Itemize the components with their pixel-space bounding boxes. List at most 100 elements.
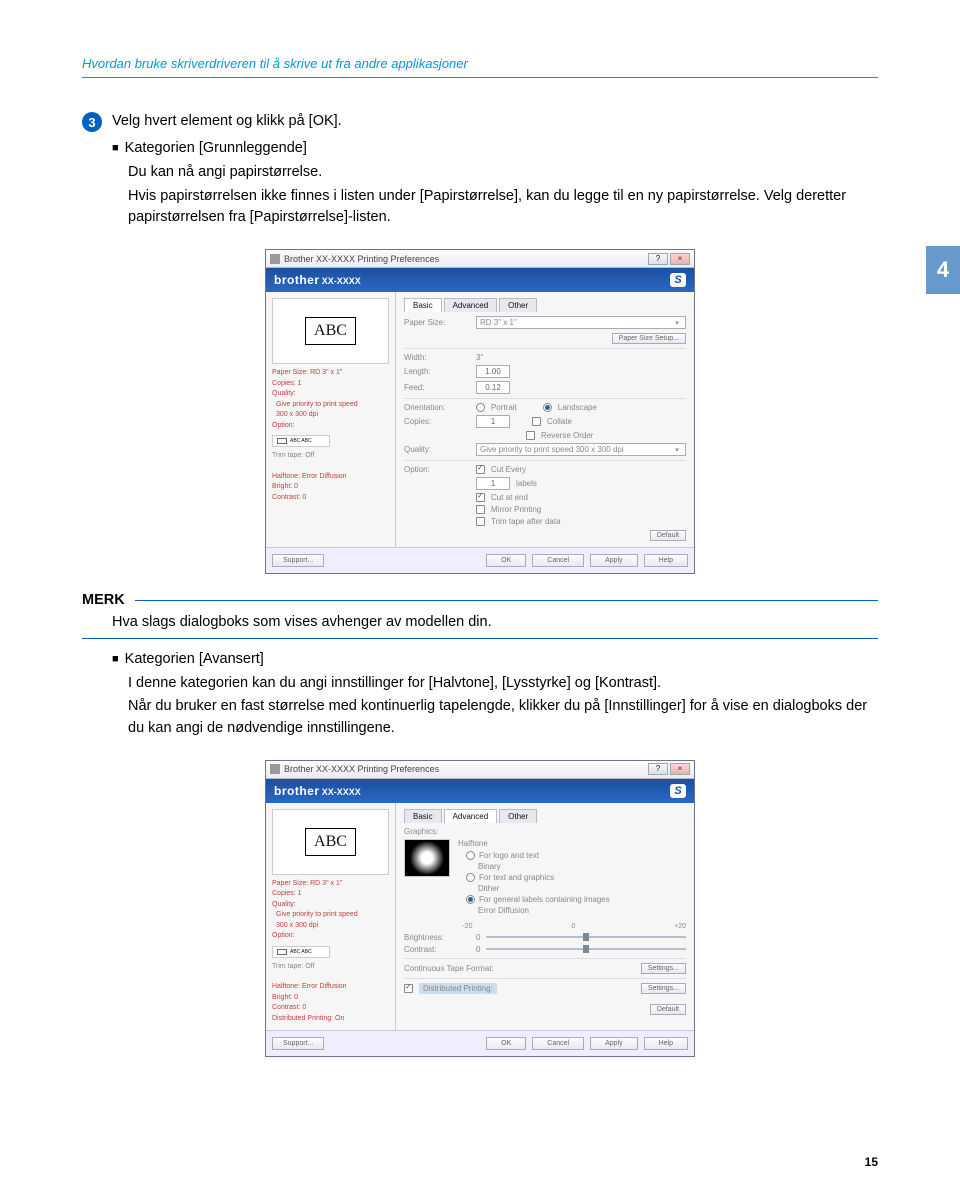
left-info-2: Trim tape: Off Halftone: Error Diffusion… bbox=[272, 451, 389, 503]
left-info: Paper Size: RD 3" x 1" Copies: 1 Quality… bbox=[272, 368, 389, 431]
default-button[interactable]: Default bbox=[650, 530, 686, 541]
tab-basic[interactable]: Basic bbox=[404, 298, 442, 312]
support-button[interactable]: Support... bbox=[272, 554, 324, 567]
print-prefs-dialog-advanced: Brother XX-XXXX Printing Preferences ? ×… bbox=[265, 760, 695, 1058]
app-icon bbox=[270, 254, 280, 264]
feed-label: Feed: bbox=[404, 383, 470, 392]
step-row: 3 Velg hvert element og klikk på [OK]. bbox=[82, 112, 878, 132]
step-badge: 3 bbox=[82, 112, 102, 132]
length-input[interactable]: 1.00 bbox=[476, 365, 510, 378]
halftone-preview-icon bbox=[404, 839, 450, 877]
bullet-basic-sub2: Hvis papirstørrelsen ikke finnes i liste… bbox=[128, 186, 878, 230]
preview-text: ABC bbox=[305, 317, 356, 345]
copies-label: Copies: bbox=[404, 417, 470, 426]
help-window-button[interactable]: ? bbox=[648, 253, 668, 265]
help-button[interactable]: Help bbox=[644, 554, 688, 567]
contrast-label: Contrast: bbox=[404, 945, 470, 954]
reverse-order-check[interactable] bbox=[526, 431, 535, 440]
dialog-titlebar-2[interactable]: Brother XX-XXXX Printing Preferences ? × bbox=[266, 761, 694, 779]
tab-advanced-2[interactable]: Advanced bbox=[444, 809, 498, 823]
halftone-logo-radio[interactable] bbox=[466, 851, 475, 860]
model-text: XX-XXXX bbox=[322, 276, 361, 286]
preview-text-2: ABC bbox=[305, 828, 356, 856]
page-number: 15 bbox=[865, 1155, 878, 1169]
collate-check[interactable] bbox=[532, 417, 541, 426]
help-window-button-2[interactable]: ? bbox=[648, 763, 668, 775]
orientation-label: Orientation: bbox=[404, 403, 470, 412]
note-body: Hva slags dialogboks som vises avhenger … bbox=[112, 612, 878, 634]
model-text-2: XX-XXXX bbox=[322, 787, 361, 797]
mirror-check[interactable] bbox=[476, 505, 485, 514]
bullet-advanced-title: Kategorien [Avansert] bbox=[112, 651, 264, 667]
feed-input[interactable]: 0.12 bbox=[476, 381, 510, 394]
dialog-left-panel-2: ABC Paper Size: RD 3" x 1" Copies: 1 Qua… bbox=[266, 803, 396, 1031]
paper-size-label: Paper Size: bbox=[404, 318, 470, 327]
tab-advanced[interactable]: Advanced bbox=[444, 298, 498, 312]
paper-size-setup-button[interactable]: Paper Size Setup... bbox=[612, 333, 686, 344]
dist-print-check[interactable] bbox=[404, 984, 413, 993]
portrait-radio[interactable] bbox=[476, 403, 485, 412]
ctf-settings-button[interactable]: Settings... bbox=[641, 963, 686, 974]
solutions-logo-icon: S bbox=[670, 784, 686, 798]
apply-button[interactable]: Apply bbox=[590, 554, 638, 567]
ok-button-2[interactable]: OK bbox=[486, 1037, 526, 1050]
option-label: Option: bbox=[404, 465, 470, 474]
dialog-right-panel: Basic Advanced Other Paper Size: RD 3" x… bbox=[396, 292, 694, 547]
width-value: 3" bbox=[476, 353, 483, 362]
bullet-basic-title: Kategorien [Grunnleggende] bbox=[112, 140, 307, 156]
paper-size-combo[interactable]: RD 3" x 1"▾ bbox=[476, 316, 686, 329]
contrast-slider[interactable] bbox=[486, 948, 686, 950]
width-label: Width: bbox=[404, 353, 470, 362]
ok-button[interactable]: OK bbox=[486, 554, 526, 567]
tab-other-2[interactable]: Other bbox=[499, 809, 537, 823]
copies-input[interactable]: 1 bbox=[476, 415, 510, 428]
tab-other[interactable]: Other bbox=[499, 298, 537, 312]
support-button-2[interactable]: Support... bbox=[272, 1037, 324, 1050]
dialog-footer: Support... OK Cancel Apply Help bbox=[266, 547, 694, 573]
help-button-2[interactable]: Help bbox=[644, 1037, 688, 1050]
page-header: Hvordan bruke skriverdriveren til å skri… bbox=[0, 0, 960, 78]
tab-basic-2[interactable]: Basic bbox=[404, 809, 442, 823]
print-prefs-dialog-basic: Brother XX-XXXX Printing Preferences ? ×… bbox=[265, 249, 695, 574]
quality-label: Quality: bbox=[404, 445, 470, 454]
brightness-value: 0 bbox=[476, 933, 480, 942]
dist-print-label: Distributed Printing: bbox=[419, 983, 497, 994]
brand-text-2: brother bbox=[274, 784, 320, 798]
cancel-button[interactable]: Cancel bbox=[532, 554, 584, 567]
halftone-general-radio[interactable] bbox=[466, 895, 475, 904]
note-title: MERK bbox=[82, 592, 125, 608]
cut-every-input[interactable]: 1 bbox=[476, 477, 510, 490]
brightness-slider[interactable] bbox=[486, 936, 686, 938]
halftone-text-radio[interactable] bbox=[466, 873, 475, 882]
apply-button-2[interactable]: Apply bbox=[590, 1037, 638, 1050]
app-icon bbox=[270, 764, 280, 774]
dist-settings-button[interactable]: Settings... bbox=[641, 983, 686, 994]
brand-bar-2: brother XX-XXXX S bbox=[266, 779, 694, 803]
option-mini-preview-2: ABC ABC bbox=[272, 946, 330, 958]
dialog-title-2: Brother XX-XXXX Printing Preferences bbox=[284, 764, 439, 774]
breadcrumb-title: Hvordan bruke skriverdriveren til å skri… bbox=[82, 56, 878, 71]
close-window-button-2[interactable]: × bbox=[670, 763, 690, 775]
default-button-2[interactable]: Default bbox=[650, 1004, 686, 1015]
dialog-footer-2: Support... OK Cancel Apply Help bbox=[266, 1030, 694, 1056]
bullet-advanced-sub2: Når du bruker en fast størrelse med kont… bbox=[128, 696, 878, 740]
cut-at-end-check[interactable] bbox=[476, 493, 485, 502]
graphics-label: Graphics: bbox=[404, 827, 470, 836]
quality-combo[interactable]: Give priority to print speed 300 x 300 d… bbox=[476, 443, 686, 456]
cut-every-check[interactable] bbox=[476, 465, 485, 474]
label-preview-2: ABC bbox=[272, 809, 389, 875]
step-text: Velg hvert element og klikk på [OK]. bbox=[112, 112, 342, 129]
note-rule bbox=[135, 600, 878, 601]
cancel-button-2[interactable]: Cancel bbox=[532, 1037, 584, 1050]
length-label: Length: bbox=[404, 367, 470, 376]
landscape-radio[interactable] bbox=[543, 403, 552, 412]
trim-after-check[interactable] bbox=[476, 517, 485, 526]
dialog-left-panel: ABC Paper Size: RD 3" x 1" Copies: 1 Qua… bbox=[266, 292, 396, 547]
halftone-label: Halftone bbox=[458, 839, 686, 848]
dialog-titlebar[interactable]: Brother XX-XXXX Printing Preferences ? × bbox=[266, 250, 694, 268]
close-window-button[interactable]: × bbox=[670, 253, 690, 265]
chevron-down-icon: ▾ bbox=[672, 319, 682, 327]
bullet-advanced-sub1: I denne kategorien kan du angi innstilli… bbox=[128, 673, 878, 695]
bullet-basic-sub1: Du kan nå angi papirstørrelse. bbox=[128, 162, 878, 184]
dialog-right-panel-2: Basic Advanced Other Graphics: Halftone … bbox=[396, 803, 694, 1031]
